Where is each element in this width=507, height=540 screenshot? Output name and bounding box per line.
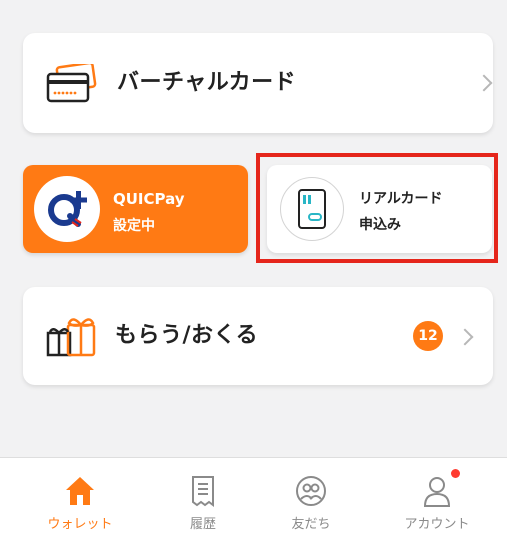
tab-account[interactable]: アカウント	[374, 458, 500, 540]
virtual-card-row[interactable]: バーチャルカード	[23, 33, 493, 133]
tab-wallet-label: ウォレット	[47, 517, 113, 532]
notification-count-badge: 12	[413, 321, 443, 351]
tab-account-label: アカウント	[404, 517, 470, 532]
phone-card-icon	[280, 177, 344, 241]
quicpay-status: 設定中	[113, 218, 155, 234]
real-card-title: リアルカード	[359, 191, 443, 207]
home-icon	[64, 474, 96, 508]
quicpay-logo	[34, 176, 100, 242]
tab-friends[interactable]: 友だち	[248, 458, 374, 540]
tab-wallet[interactable]: ウォレット	[17, 458, 143, 540]
real-card-application-tile[interactable]: リアルカード 申込み	[267, 165, 492, 253]
receive-send-label: もらう/おくる	[115, 323, 259, 348]
chevron-right-icon	[456, 328, 474, 346]
tab-friends-label: 友だち	[291, 517, 331, 532]
real-card-subtitle: 申込み	[359, 217, 401, 233]
person-icon	[421, 474, 453, 508]
chevron-right-icon	[475, 74, 493, 92]
quicpay-tile[interactable]: QUICPay 設定中	[23, 165, 248, 253]
receipt-icon	[187, 474, 219, 508]
quicpay-name: QUICPay	[113, 190, 185, 208]
notification-dot	[451, 469, 460, 478]
gift-icon	[44, 315, 100, 363]
friends-icon	[295, 474, 327, 508]
card-icon	[44, 61, 100, 108]
receive-send-row[interactable]: もらう/おくる 12	[23, 287, 493, 385]
bottom-tab-bar: ウォレット 履歴 友だち アカウント	[0, 457, 507, 540]
virtual-card-label: バーチャルカード	[117, 70, 297, 95]
